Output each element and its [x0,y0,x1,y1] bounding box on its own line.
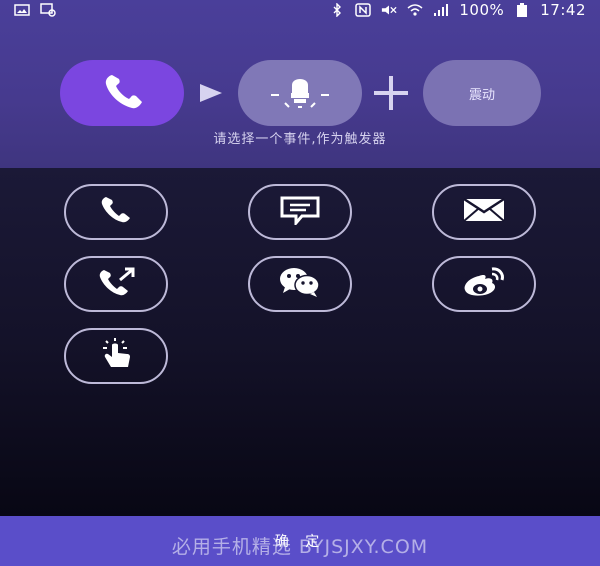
flow-arrow [200,84,222,102]
weibo-icon [461,266,507,302]
phone-icon [96,195,136,229]
outgoing-call-icon [94,266,138,302]
event-outgoing-call[interactable] [64,256,168,312]
nfc-icon [355,3,372,17]
signal-icon [433,3,449,17]
status-bar: 100% 17:42 [0,0,600,22]
tap-gesture-icon [96,337,136,375]
event-wechat[interactable] [248,256,352,312]
event-touch[interactable] [64,328,168,384]
trigger-selected[interactable] [60,60,184,126]
plus-icon [374,76,408,110]
light-icon [265,71,335,115]
battery-percent: 100% [459,1,505,19]
bluetooth-icon [329,3,345,17]
event-incoming-call[interactable] [64,184,168,240]
mute-icon [381,3,397,17]
event-weibo[interactable] [432,256,536,312]
mail-icon [462,197,506,227]
vibrate-label: 震动 [468,87,495,103]
wechat-icon [277,266,323,302]
battery-icon [514,3,530,17]
action-vibrate[interactable]: 震动 [423,60,541,126]
screen-notification-icon [40,3,56,17]
top-panel: 100% 17:42 震动 请选择一个事件,作为触发器 [0,0,600,168]
hint-text: 请选择一个事件,作为触发器 [213,132,387,147]
event-grid [0,168,600,516]
confirm-button[interactable]: 确 定 [0,516,600,566]
bottom-bar: 确 定 必用手机精选 BYJSJXY.COM [0,516,600,566]
message-icon [278,195,322,229]
wifi-icon [407,3,423,17]
event-mail[interactable] [432,184,536,240]
event-sms[interactable] [248,184,352,240]
trigger-flow: 震动 [0,58,600,128]
clock: 17:42 [540,1,586,19]
image-notification-icon [14,3,30,17]
phone-icon [96,71,148,115]
action-light[interactable] [238,60,362,126]
